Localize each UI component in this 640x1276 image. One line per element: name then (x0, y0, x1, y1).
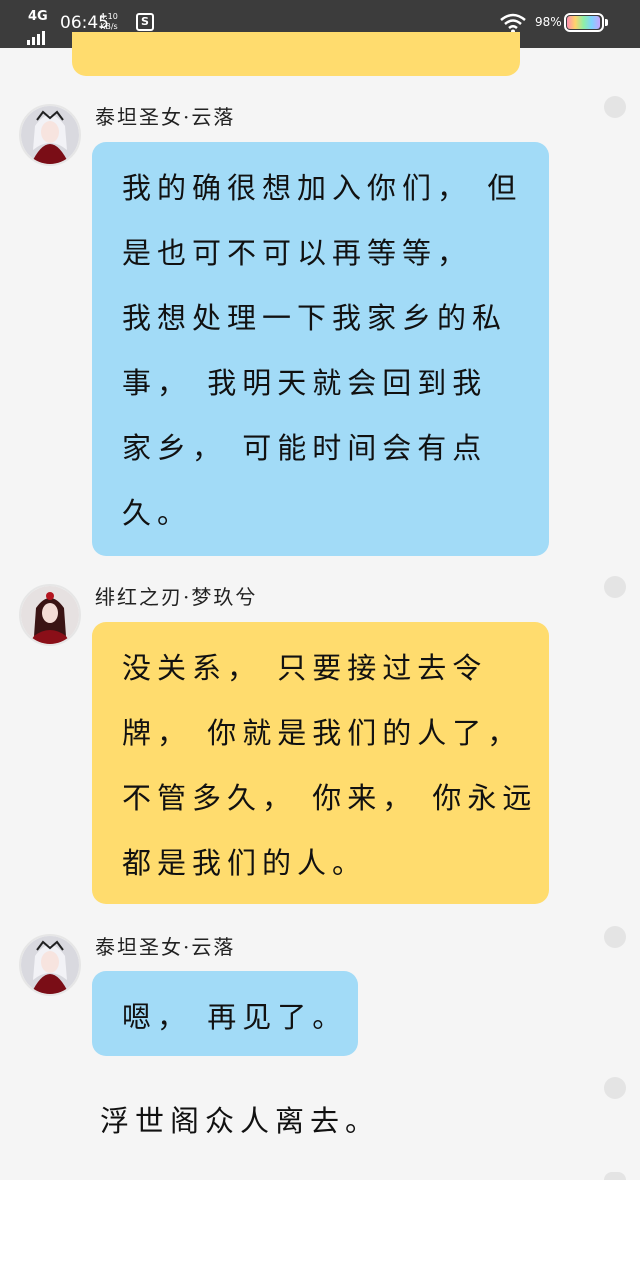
battery-percent: 98% (535, 15, 562, 29)
message-line: 没关系， 只要接过去令 (122, 651, 488, 685)
message-bubble[interactable]: 我的确很想加入你们， 但 是也可不可以再等等， 我想处理一下我家乡的私 事， 我… (92, 142, 549, 556)
speed-unit: KB/s (100, 22, 118, 31)
speed-value: 4.10 (100, 12, 118, 21)
wifi-icon (500, 13, 526, 34)
message-line: 家乡， 可能时间会有点 (122, 431, 488, 465)
previous-message-bubble[interactable] (72, 32, 520, 76)
message-line: 我想处理一下我家乡的私 (122, 301, 508, 335)
bottom-blank-area (0, 1180, 640, 1276)
avatar-icon[interactable] (19, 104, 81, 166)
battery-tip (605, 19, 608, 26)
network-speed: 4.10 KB/s (100, 12, 118, 32)
battery-fill (567, 16, 601, 29)
message-line: 事， 我明天就会回到我 (122, 366, 488, 400)
narration-text[interactable]: 浮世阁众人离去。 (100, 1098, 380, 1140)
message-line: 都是我们的人。 (122, 846, 368, 880)
signal-icon (27, 26, 47, 45)
app-notification-icon: S (136, 13, 154, 31)
message-line: 久。 (122, 496, 193, 530)
select-circle-icon[interactable] (604, 96, 626, 118)
message-line: 不管多久， 你来， 你永远 (122, 781, 538, 815)
avatar-icon[interactable] (19, 584, 81, 646)
sender-name: 泰坦圣女·云落 (95, 105, 236, 129)
avatar-icon[interactable] (19, 934, 81, 996)
message-bubble[interactable]: 嗯， 再见了。 (92, 971, 358, 1056)
message-line: 牌， 你就是我们的人了， (122, 716, 523, 750)
message-line: 我的确很想加入你们， 但 (122, 171, 523, 205)
select-circle-icon[interactable] (604, 1172, 626, 1180)
sender-name: 绯红之刃·梦玖兮 (95, 585, 258, 609)
battery-icon (564, 13, 604, 32)
message-line: 嗯， 再见了。 (122, 1000, 348, 1034)
sender-name: 泰坦圣女·云落 (95, 935, 236, 959)
network-type: 4G (28, 9, 48, 24)
select-circle-icon[interactable] (604, 1077, 626, 1099)
select-circle-icon[interactable] (604, 926, 626, 948)
message-line: 是也可不可以再等等， (122, 236, 473, 270)
message-bubble[interactable]: 没关系， 只要接过去令 牌， 你就是我们的人了， 不管多久， 你来， 你永远 都… (92, 622, 549, 904)
select-circle-icon[interactable] (604, 576, 626, 598)
